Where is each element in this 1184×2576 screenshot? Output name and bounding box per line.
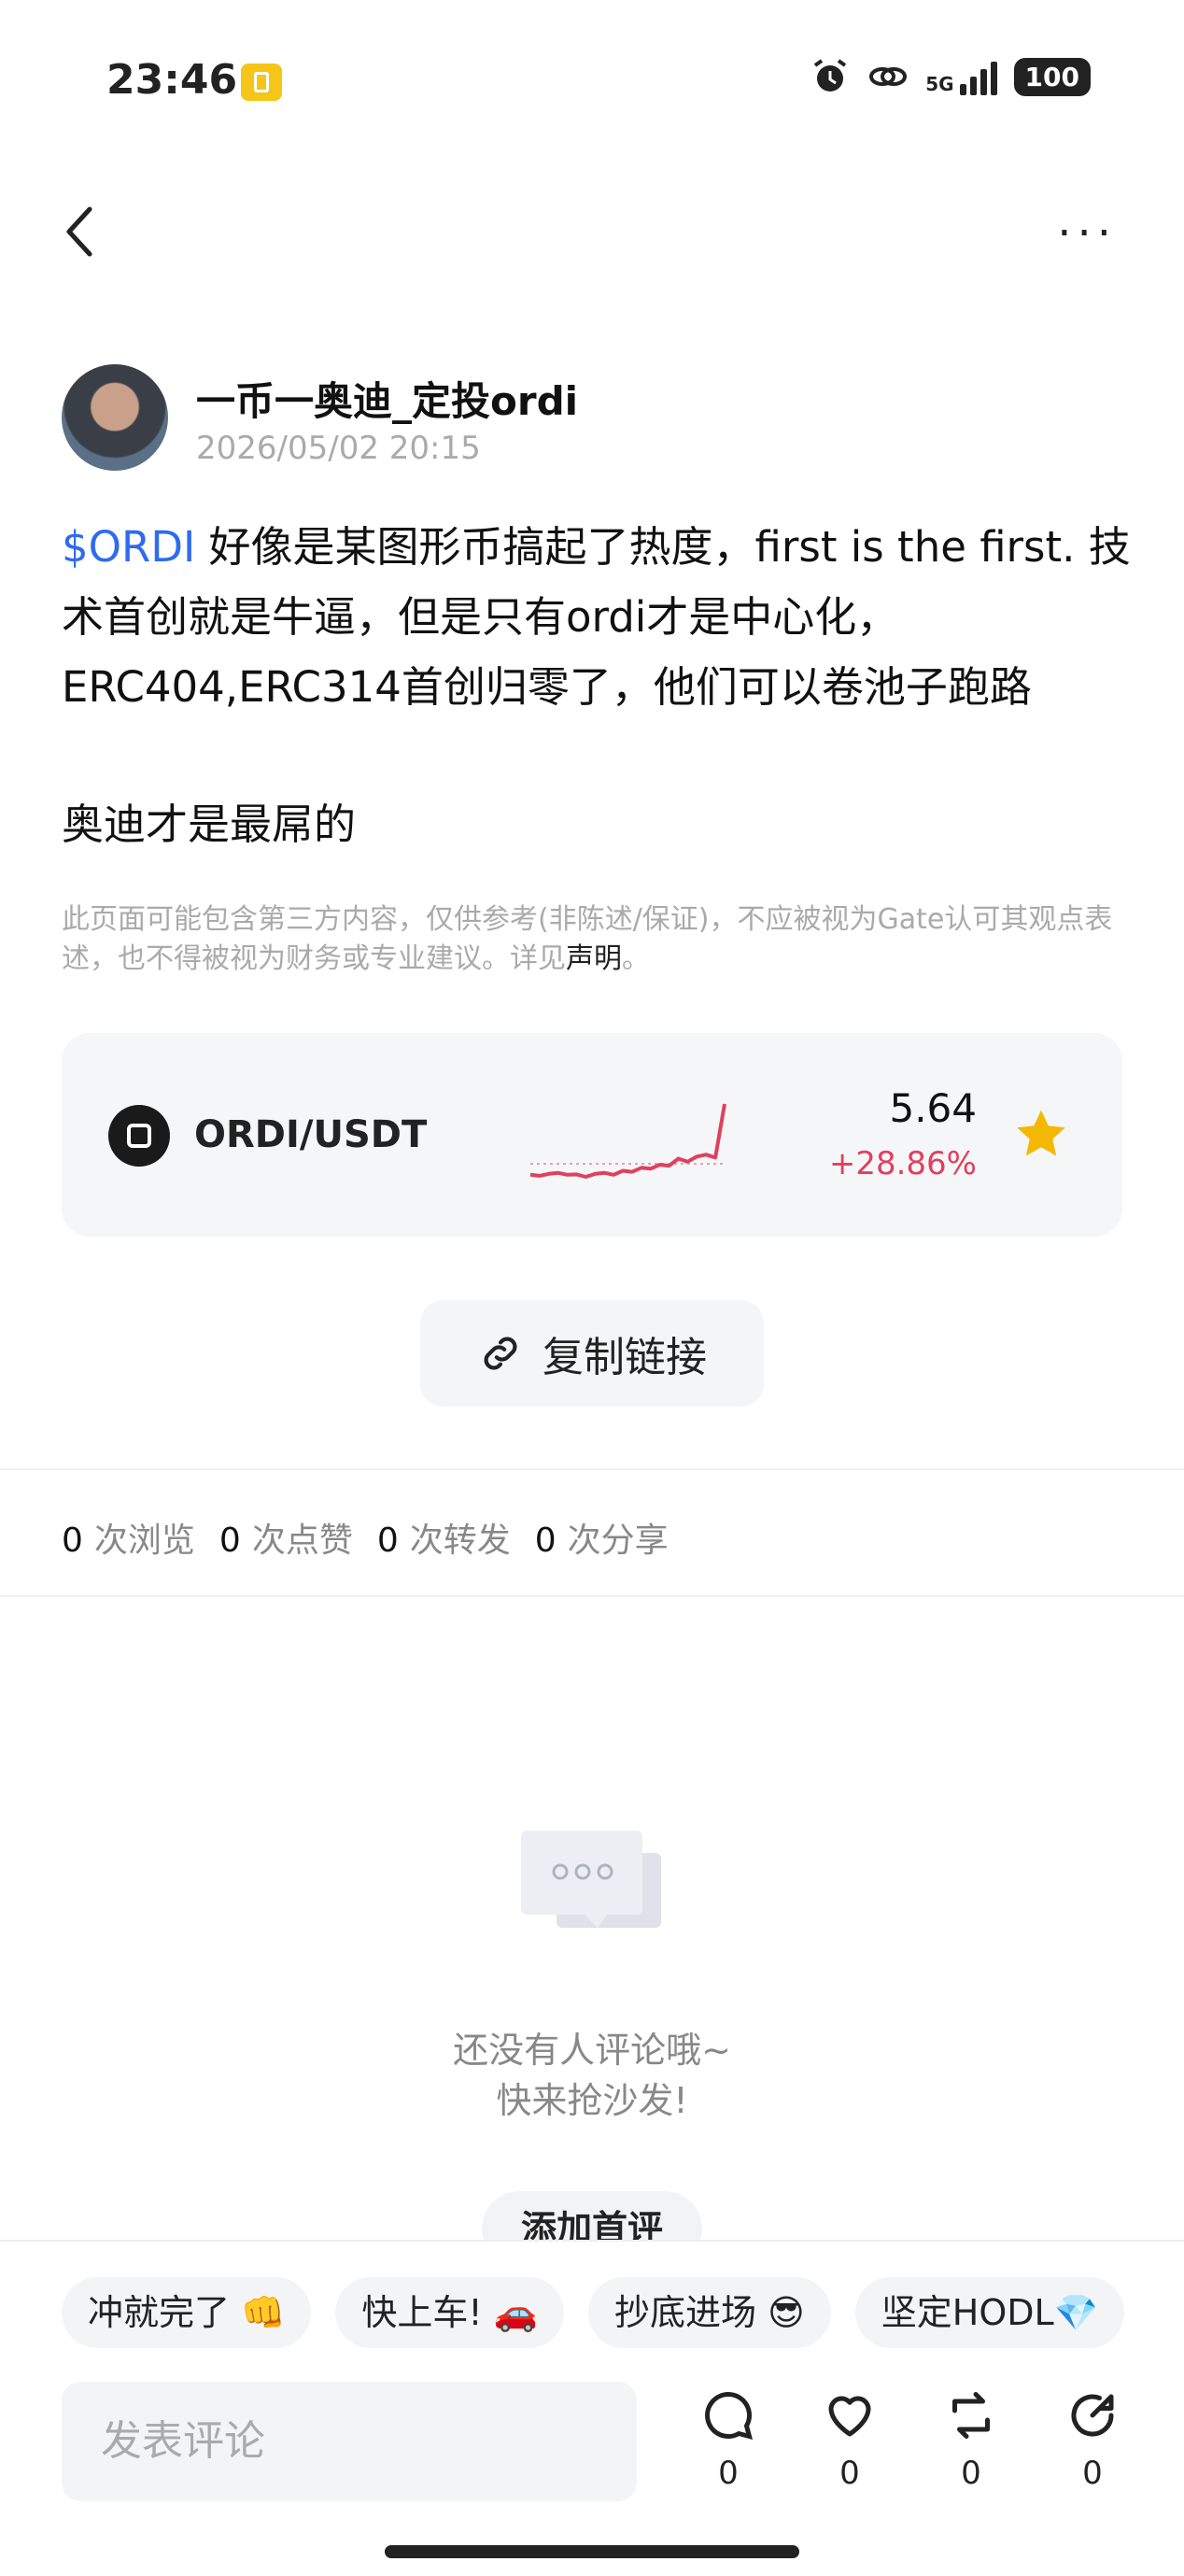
disclaimer-link[interactable]: 声明 (566, 942, 622, 975)
like-icon (828, 2396, 871, 2437)
author-avatar[interactable] (62, 364, 168, 471)
sparkline-line (529, 1103, 726, 1179)
quick-reply-chip[interactable]: 抄底进场 😎 (588, 2277, 831, 2348)
stat-likes: 0 次点赞 (218, 1522, 353, 1560)
quick-reply-chip[interactable]: 冲就完了 👊 (62, 2277, 312, 2348)
like-action[interactable]: 0 (812, 2387, 887, 2492)
empty-comments-icon (521, 1831, 661, 1928)
divider (0, 1595, 1184, 1597)
alarm-icon (814, 59, 847, 92)
status-time: 23:46 (106, 56, 238, 104)
divider (0, 1468, 1184, 1470)
status-icons: 5G 100 (810, 56, 1091, 97)
repost-count: 0 (961, 2455, 981, 2492)
comment-count: 0 (718, 2455, 739, 2492)
signal-icon (959, 58, 997, 95)
quick-reply-chip[interactable]: 快上车! 🚗 (335, 2277, 565, 2348)
price-sparkline (529, 1103, 726, 1179)
author-name[interactable]: 一币一奥迪_定投ordi (196, 370, 578, 427)
disclaimer: 此页面可能包含第三方内容，仅供参考(非陈述/保证)，不应被视为Gate认可其观点… (62, 900, 1117, 979)
ticker-pair: ORDI/USDT (194, 1113, 428, 1156)
ticker-change: +28.86% (828, 1145, 977, 1182)
repost-icon (952, 2392, 990, 2439)
coin-tag[interactable]: $ORDI (62, 522, 195, 572)
disclaimer-end: 。 (622, 942, 650, 975)
network-label: 5G (925, 73, 954, 95)
repost-action[interactable]: 0 (934, 2387, 1008, 2492)
ordi-coin-icon (108, 1105, 170, 1167)
favorite-star-icon[interactable] (1014, 1108, 1068, 1160)
stat-shares: 0 次分享 (534, 1522, 669, 1560)
share-action[interactable]: 0 (1055, 2387, 1130, 2492)
copy-link-label: 复制链接 (543, 1334, 707, 1381)
back-arrow-icon[interactable] (62, 205, 99, 258)
empty-line-2: 快来抢沙发! (496, 2080, 688, 2121)
share-icon (1071, 2394, 1114, 2437)
like-count: 0 (839, 2455, 860, 2492)
post-text: 好像是某图形币搞起了热度，first is the first. 技术首创就是牛… (62, 522, 1131, 712)
quick-reply-chips: 冲就完了 👊 快上车! 🚗 抄底进场 😎 坚定HODL💎 (62, 2277, 1124, 2348)
comment-action[interactable]: 0 (691, 2387, 766, 2492)
more-options-icon[interactable]: ··· (1057, 211, 1117, 256)
stat-views: 0 次浏览 (62, 1522, 195, 1560)
home-indicator[interactable] (385, 2545, 799, 2558)
empty-comments-text: 还没有人评论哦~ 快来抢沙发! (0, 2025, 1184, 2126)
post-stats: 0 次浏览 0 次点赞 0 次转发 0 次分享 (62, 1513, 669, 1562)
ticker-price: 5.64 (889, 1085, 977, 1131)
post-text-2: 奥迪才是最屌的 (62, 800, 357, 849)
copy-link-button[interactable]: 复制链接 (420, 1300, 764, 1407)
post-body: $ORDI 好像是某图形币搞起了热度，first is the first. 技… (62, 512, 1135, 722)
app-notification-icon (241, 64, 282, 101)
battery-indicator: 100 (1013, 57, 1091, 96)
share-count: 0 (1082, 2455, 1103, 2492)
empty-line-1: 还没有人评论哦~ (453, 2030, 731, 2071)
stat-reposts: 0 次转发 (376, 1522, 511, 1560)
post-date: 2026/05/02 20:15 (196, 430, 481, 467)
comment-input[interactable]: 发表评论 (62, 2382, 637, 2501)
comment-icon (705, 2391, 754, 2441)
link-status-icon (869, 67, 908, 86)
quick-reply-chip[interactable]: 坚定HODL💎 (854, 2277, 1124, 2348)
link-icon (484, 1337, 517, 1370)
